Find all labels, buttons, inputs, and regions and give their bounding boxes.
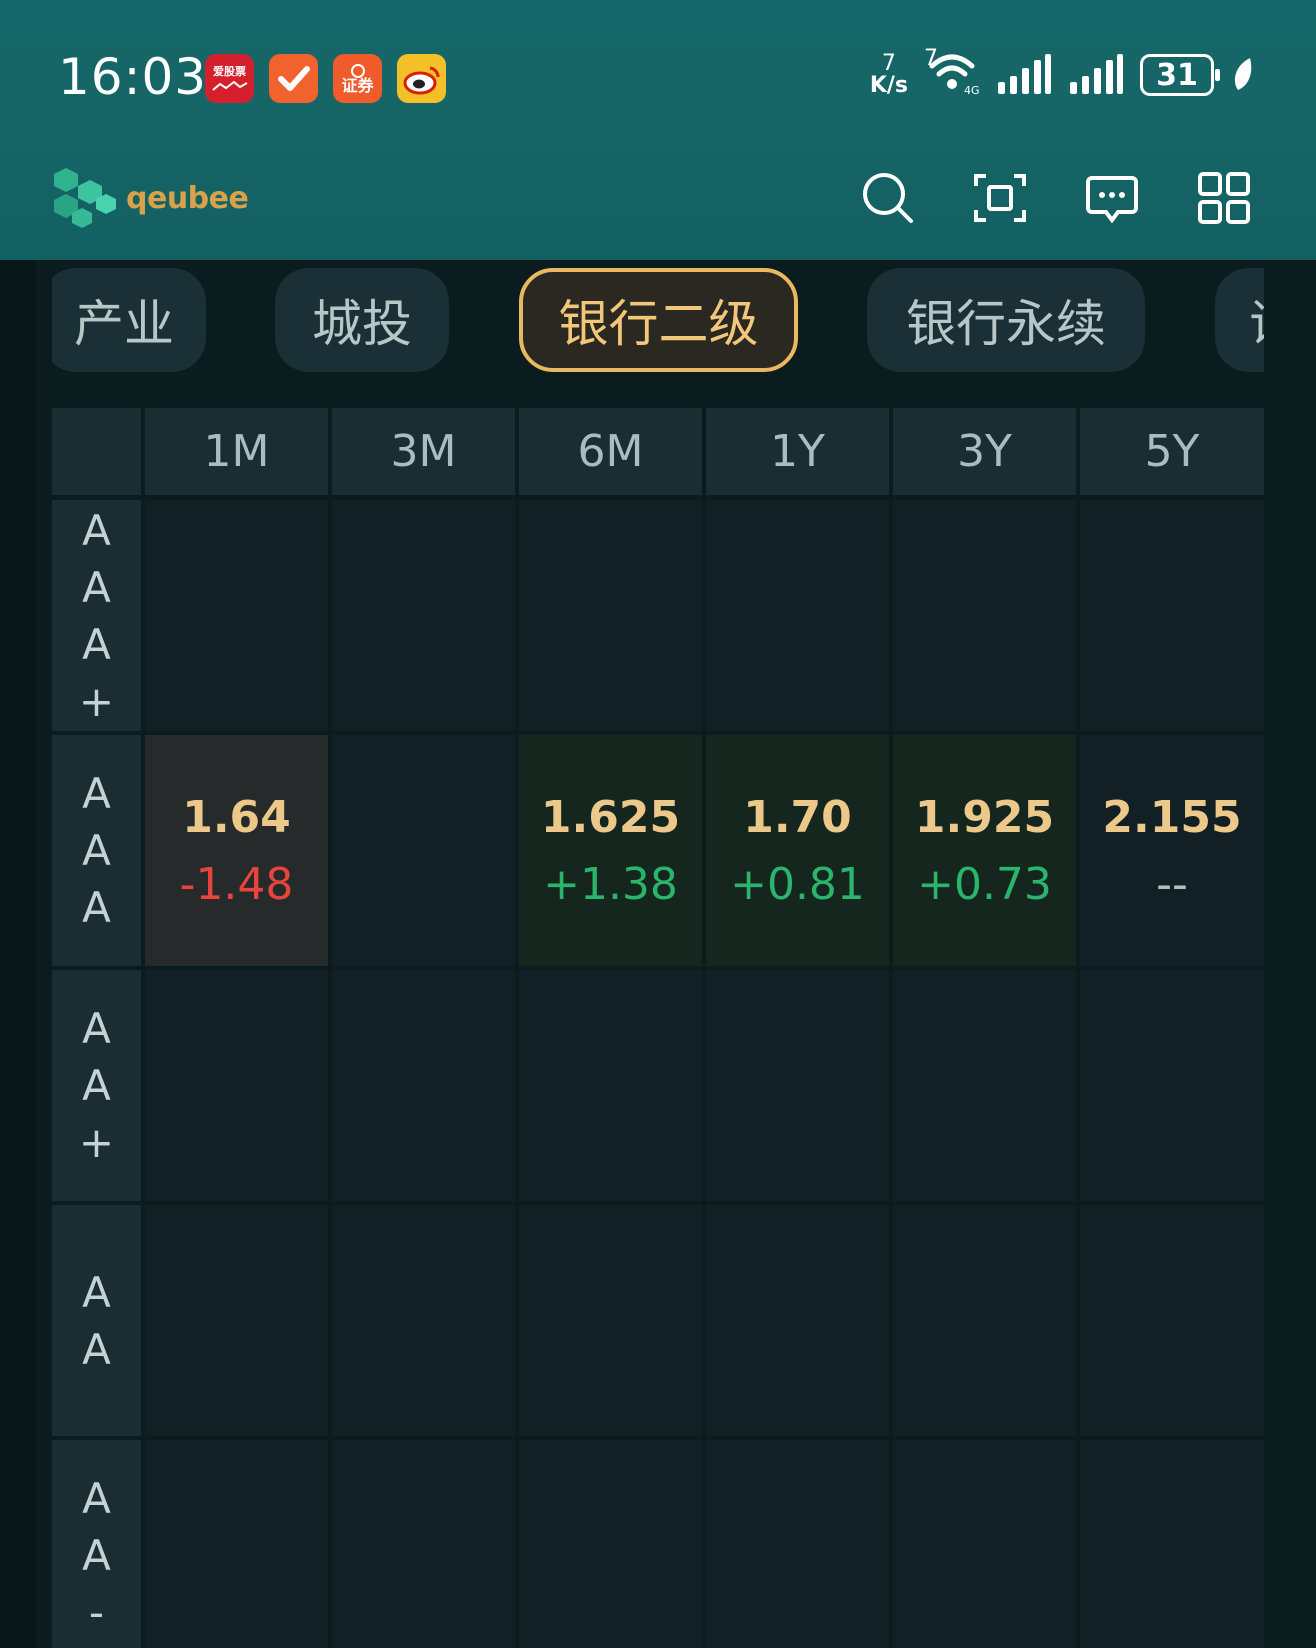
signal-icon-2 [1070, 54, 1123, 94]
yield-change: +0.73 [917, 858, 1052, 910]
cube-logo-icon [54, 168, 116, 228]
yield-cell[interactable] [893, 500, 1076, 731]
rating-char: A [82, 505, 111, 555]
tab-partial[interactable]: 证 [1215, 268, 1264, 372]
rating-char: A [82, 562, 111, 612]
yield-cell[interactable] [332, 735, 515, 966]
yield-cell[interactable]: 1.925 +0.73 [893, 735, 1076, 966]
yield-cell[interactable] [1080, 1205, 1264, 1436]
yield-cell[interactable] [145, 1440, 328, 1648]
rating-char: + [78, 1118, 115, 1167]
yield-cell[interactable] [893, 1205, 1076, 1436]
yield-value: 1.70 [743, 791, 852, 843]
yield-change: +1.38 [543, 858, 678, 910]
yield-cell[interactable] [706, 1205, 889, 1436]
yield-cell[interactable] [332, 1440, 515, 1648]
yield-cell[interactable]: 1.64 -1.48 [145, 735, 328, 966]
row-header-rating: AA - [52, 1440, 141, 1648]
column-header-3m[interactable]: 3M [332, 408, 515, 495]
yield-cell[interactable] [519, 500, 702, 731]
securities-app-icon: 证券 [333, 54, 382, 103]
yield-value: 1.625 [540, 791, 681, 843]
yield-cell[interactable] [1080, 500, 1264, 731]
tab-bank-tier2[interactable]: 银行二级 [519, 268, 798, 372]
yield-change: +0.81 [730, 858, 865, 910]
yield-cell[interactable] [1080, 970, 1264, 1201]
notification-icons: 爱股票 证券 [205, 54, 446, 103]
yield-value: 1.925 [914, 791, 1055, 843]
yield-cell[interactable] [893, 1440, 1076, 1648]
rating-char: A [82, 1474, 111, 1523]
signal-icon [998, 54, 1051, 94]
yield-cell[interactable] [332, 970, 515, 1201]
yield-cell[interactable] [332, 500, 515, 731]
app-header: qeubee [0, 150, 1316, 250]
rating-char: A [82, 1324, 111, 1374]
yield-cell[interactable]: 1.70 +0.81 [706, 735, 889, 966]
row-header-rating: AA [52, 1205, 141, 1436]
yield-cell[interactable]: 2.155 -- [1080, 735, 1264, 966]
rating-char: A [82, 826, 111, 875]
yield-cell[interactable] [519, 1205, 702, 1436]
tab-urban-investment[interactable]: 城投 [275, 268, 449, 372]
yield-cell[interactable] [1080, 1440, 1264, 1648]
leaf-icon [1234, 58, 1252, 90]
rating-char: A [82, 769, 111, 818]
yield-cell[interactable] [706, 970, 889, 1201]
wifi-icon: 7 4G [924, 46, 980, 97]
scan-icon[interactable] [970, 168, 1030, 228]
column-header-1y[interactable]: 1Y [706, 408, 889, 495]
rating-char: A [82, 1267, 111, 1317]
yield-change: -- [1156, 858, 1188, 910]
column-header-5y[interactable]: 5Y [1080, 408, 1264, 495]
yield-cell[interactable] [706, 500, 889, 731]
column-header-6m[interactable]: 6M [519, 408, 702, 495]
rating-char: - [88, 1588, 105, 1637]
rating-char: A [82, 1061, 111, 1110]
column-header-1m[interactable]: 1M [145, 408, 328, 495]
yield-cell[interactable] [519, 970, 702, 1201]
rating-char: A [82, 619, 111, 669]
yield-value: 1.64 [182, 791, 291, 843]
yield-value: 2.155 [1102, 791, 1242, 843]
apps-grid-icon[interactable] [1194, 168, 1254, 228]
checkmark-app-icon [269, 54, 318, 103]
corner-cell [52, 408, 141, 495]
rating-char: A [82, 1004, 111, 1053]
rating-char: A [82, 883, 111, 932]
category-tabs: 产业 城投 银行二级 银行永续 证 [52, 268, 1264, 372]
svg-text:4G: 4G [964, 84, 980, 96]
yield-cell[interactable] [893, 970, 1076, 1201]
yield-cell[interactable]: 1.625 +1.38 [519, 735, 702, 966]
yield-cell[interactable] [145, 500, 328, 731]
row-header-rating: A A A + [52, 500, 141, 731]
status-time: 16:03 [58, 48, 208, 106]
tab-industry[interactable]: 产业 [52, 268, 206, 372]
status-right: 7 K/s 7 4G 31 [869, 46, 1256, 100]
yield-change: -1.48 [179, 858, 294, 910]
app-logo[interactable]: qeubee [52, 164, 249, 232]
search-icon[interactable] [858, 168, 918, 228]
column-header-3y[interactable]: 3Y [893, 408, 1076, 495]
tab-bank-perpetual[interactable]: 银行永续 [867, 268, 1145, 372]
message-icon[interactable] [1082, 168, 1142, 228]
rating-char: + [78, 676, 115, 726]
yield-cell[interactable] [145, 1205, 328, 1436]
aigupiao-icon: 爱股票 [205, 54, 254, 103]
yield-cell[interactable] [706, 1440, 889, 1648]
weibo-icon [397, 54, 446, 103]
yield-cell[interactable] [519, 1440, 702, 1648]
battery-indicator: 31 [1140, 54, 1220, 96]
left-edge [0, 260, 36, 1648]
yield-cell[interactable] [332, 1205, 515, 1436]
row-header-rating: A A + [52, 970, 141, 1201]
rating-char: A [82, 1531, 111, 1580]
yield-cell[interactable] [145, 970, 328, 1201]
network-speed: 7 K/s [869, 51, 908, 98]
row-header-rating: AAA [52, 735, 141, 966]
